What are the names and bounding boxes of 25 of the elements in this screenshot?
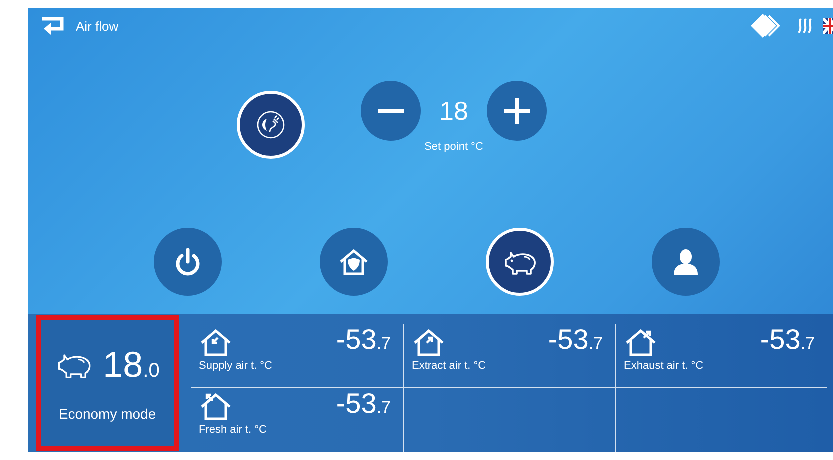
- temperature-value: -53.7: [548, 324, 603, 356]
- temperature-label: Extract air t. °C: [412, 360, 488, 372]
- house-arrow-icon: [199, 392, 233, 422]
- temperature-label: Supply air t. °C: [199, 360, 274, 372]
- setpoint-label: Set point °C: [424, 141, 484, 153]
- power-icon: [175, 248, 201, 276]
- minus-icon: [378, 109, 404, 113]
- active-mode-temperature: 18.0: [103, 344, 160, 386]
- flag-icon[interactable]: [823, 18, 833, 34]
- leaf-plug-icon: [256, 110, 286, 140]
- active-mode-label: Economy mode: [58, 406, 156, 422]
- temperature-value: -53.7: [336, 324, 391, 356]
- temperature-label: Exhaust air t. °C: [624, 360, 705, 372]
- plus-icon: [504, 98, 530, 124]
- setpoint-value: 18: [439, 96, 469, 126]
- house-arrow-icon: [412, 328, 446, 358]
- temperature-value: -53.7: [336, 388, 391, 420]
- temperature-label: Fresh air t. °C: [199, 424, 268, 436]
- house-shield-icon: [338, 248, 370, 276]
- house-arrow-icon: [199, 328, 233, 358]
- person-icon: [673, 248, 699, 276]
- temperature-value: -53.7: [760, 324, 815, 356]
- back-arrow-icon[interactable]: [40, 16, 66, 36]
- house-arrow-icon: [624, 328, 658, 358]
- screen-title: Air flow: [76, 18, 119, 34]
